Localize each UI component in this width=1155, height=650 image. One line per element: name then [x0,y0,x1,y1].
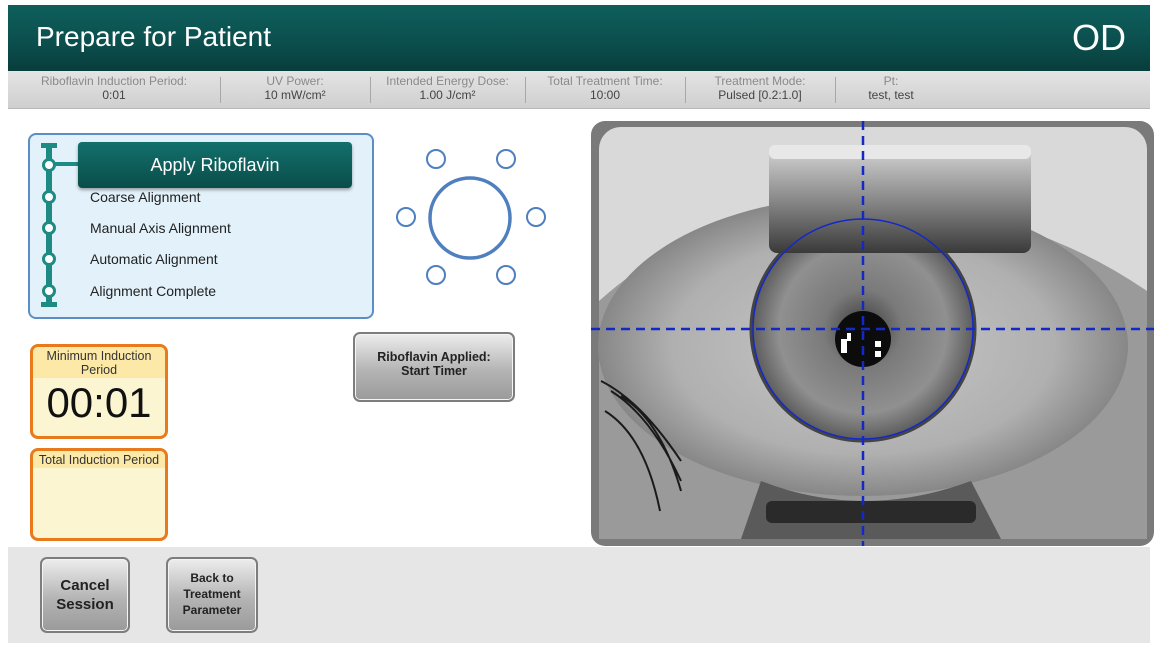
param-label: Treatment Mode: [714,74,806,88]
step-dot-icon [42,284,56,298]
step-manual-axis-alignment: Manual Axis Alignment [90,220,231,236]
header-bar: Prepare for Patient OD [8,5,1150,71]
treatment-parameters-bar: Riboflavin Induction Period: 0:01 UV Pow… [8,71,1150,109]
param-treatment-mode: Treatment Mode: Pulsed [0.2:1.0] [685,71,835,108]
steps-rail-cap-bottom [41,302,57,307]
param-label: Riboflavin Induction Period: [40,74,188,88]
step-dot-icon [42,252,56,266]
minimum-induction-timer: Minimum Induction Period 00:01 [30,344,168,439]
param-value: 0:01 [102,88,126,102]
back-label-line3: Parameter [182,603,242,617]
back-label-line1: Back to [190,571,234,585]
param-induction-period: Riboflavin Induction Period: 0:01 [8,71,220,108]
param-patient: Pt: test, test [835,71,947,108]
start-timer-label-line1: Riboflavin Applied: [377,350,491,364]
param-value: 10:00 [589,88,621,102]
param-label: UV Power: [266,74,324,88]
steps-rail-cap-top [41,143,57,148]
step-automatic-alignment: Automatic Alignment [90,251,218,267]
timer-value: 00:01 [46,379,152,426]
start-timer-button[interactable]: Riboflavin Applied: Start Timer [353,332,515,402]
step-apply-riboflavin: Apply Riboflavin [78,142,352,188]
back-to-treatment-parameter-button[interactable]: Back to Treatment Parameter [166,557,258,633]
param-label: Total Treatment Time: [547,74,663,88]
param-value: 10 mW/cm² [264,88,326,102]
cancel-label-line2: Session [56,596,114,613]
back-label-line2: Treatment [183,587,241,601]
step-alignment-complete: Alignment Complete [90,283,217,299]
param-uv-power: UV Power: 10 mW/cm² [220,71,370,108]
app-window: Prepare for Patient OD Riboflavin Induct… [0,0,1155,650]
start-timer-label-line2: Start Timer [401,364,467,378]
cancel-label-line1: Cancel [60,577,110,594]
cancel-session-button[interactable]: Cancel Session [40,557,130,633]
param-value: Pulsed [0.2:1.0] [718,88,802,102]
timer-label: Total Induction Period [33,451,165,468]
step-dot-icon [42,221,56,235]
param-label: Intended Energy Dose: [386,74,509,88]
alignment-target-icon [396,149,546,285]
step-dot-icon [42,158,56,172]
param-label: Pt: [883,74,899,88]
param-value: test, test [868,88,914,102]
timer-label: Minimum Induction Period [33,347,165,378]
param-value: 1.00 J/cm² [419,88,476,102]
step-dot-icon [42,190,56,204]
step-coarse-alignment: Coarse Alignment [90,189,201,205]
page-title: Prepare for Patient [36,21,272,52]
eye-image [591,121,1154,546]
param-energy-dose: Intended Energy Dose: 1.00 J/cm² [370,71,525,108]
total-induction-timer: Total Induction Period [30,448,168,541]
active-step-connector [54,162,80,166]
param-treatment-time: Total Treatment Time: 10:00 [525,71,685,108]
eye-camera-view [591,121,1154,546]
eye-indicator: OD [1072,17,1126,58]
